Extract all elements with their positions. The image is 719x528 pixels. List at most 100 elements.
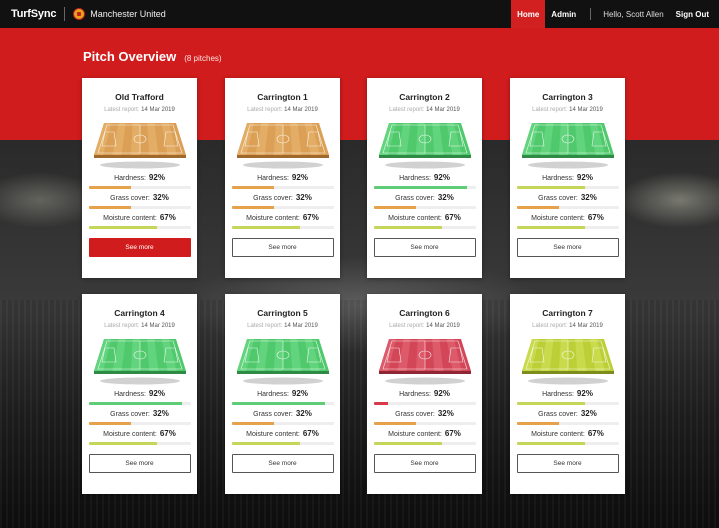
moisture-metric: Moisture content: 67% [225,213,340,229]
grass-value: 32% [295,409,312,418]
moisture-bar-fill [516,442,585,445]
hardness-metric: Hardness: 92% [225,389,340,405]
report-date: 14 Mar 2019 [284,107,318,113]
latest-report: Latest report: 14 Mar 2019 [510,323,625,331]
moisture-value: 67% [302,429,319,438]
grass-bar-fill [373,422,417,425]
grass-label: Grass cover: [253,195,293,202]
moisture-label: Moisture content: [246,431,300,438]
moisture-bar [373,226,476,229]
pitch-visual [90,121,190,169]
hardness-label: Hardness: [114,391,146,398]
hardness-value: 92% [576,173,593,182]
moisture-metric: Moisture content: 67% [510,213,625,229]
grass-metric: Grass cover: 32% [367,409,482,425]
report-label: Latest report: [247,107,283,113]
grass-value: 32% [437,409,454,418]
grass-label: Grass cover: [110,411,150,418]
moisture-value: 67% [159,429,176,438]
hardness-bar-fill [373,402,388,405]
see-more-button[interactable]: See more [231,238,334,257]
nav-admin[interactable]: Admin [545,0,582,28]
grass-bar-fill [373,206,417,209]
nav-home[interactable]: Home [511,0,546,28]
see-more-button[interactable]: See more [516,454,619,473]
grass-bar-fill [231,422,275,425]
pitch-illustration [521,339,614,385]
moisture-bar-fill [516,226,585,229]
hardness-value: 92% [433,173,450,182]
page-title: Pitch Overview [83,49,177,64]
hardness-bar-fill [88,186,132,189]
moisture-bar-fill [88,226,157,229]
latest-report: Latest report: 14 Mar 2019 [367,107,482,115]
latest-report: Latest report: 14 Mar 2019 [225,323,340,331]
hardness-label: Hardness: [399,175,431,182]
hardness-bar [373,186,476,189]
nav-divider [64,7,66,21]
moisture-label: Moisture content: [103,215,157,222]
moisture-value: 67% [444,213,461,222]
see-more-button[interactable]: See more [88,238,191,257]
pitch-visual [233,337,333,385]
hardness-label: Hardness: [399,391,431,398]
report-date: 14 Mar 2019 [426,107,460,113]
see-more-button[interactable]: See more [231,454,334,473]
grass-bar [373,422,476,425]
grass-label: Grass cover: [395,411,435,418]
nav-divider [590,8,592,20]
club-crest-icon [73,8,86,20]
report-date: 14 Mar 2019 [284,323,318,329]
moisture-metric: Moisture content: 67% [82,429,197,445]
grass-metric: Grass cover: 32% [510,409,625,425]
pitch-illustration [93,339,186,385]
grass-metric: Grass cover: 32% [367,193,482,209]
hardness-value: 92% [291,173,308,182]
pitch-name: Carrington 7 [542,308,593,318]
grass-label: Grass cover: [110,195,150,202]
see-more-button[interactable]: See more [88,454,191,473]
grass-metric: Grass cover: 32% [82,409,197,425]
grass-bar [88,206,191,209]
hardness-value: 92% [576,389,593,398]
grass-bar [231,206,334,209]
hardness-value: 92% [433,389,450,398]
report-label: Latest report: [532,323,568,329]
pitch-name: Old Trafford [115,92,164,102]
moisture-label: Moisture content: [388,431,442,438]
moisture-value: 67% [587,429,604,438]
pitch-illustration [93,123,186,169]
report-date: 14 Mar 2019 [426,323,460,329]
hardness-bar [88,186,191,189]
pitch-illustration [236,123,329,169]
moisture-value: 67% [587,213,604,222]
moisture-bar [231,226,334,229]
moisture-label: Moisture content: [531,431,585,438]
grass-bar [88,422,191,425]
see-more-button[interactable]: See more [373,454,476,473]
pitch-visual [518,337,618,385]
moisture-metric: Moisture content: 67% [82,213,197,229]
sign-out-link[interactable]: Sign Out [672,10,719,19]
pitch-count: (8 pitches) [184,54,222,63]
pitch-visual [90,337,190,385]
report-date: 14 Mar 2019 [569,107,603,113]
pitch-illustration [378,339,471,385]
grass-value: 32% [152,193,169,202]
pitch-visual [375,337,475,385]
see-more-button[interactable]: See more [516,238,619,257]
hardness-label: Hardness: [114,175,146,182]
brand-logo[interactable]: TurfSync [11,8,56,20]
club-selector[interactable]: Manchester United [73,8,166,20]
hardness-label: Hardness: [542,175,574,182]
pitch-illustration [378,123,471,169]
hardness-bar [231,402,334,405]
see-more-button[interactable]: See more [373,238,476,257]
moisture-label: Moisture content: [246,215,300,222]
grass-metric: Grass cover: 32% [225,193,340,209]
report-label: Latest report: [389,107,425,113]
report-date: 14 Mar 2019 [569,323,603,329]
pitch-card: Old Trafford Latest report: 14 Mar 2019 … [82,78,197,278]
hardness-bar [88,402,191,405]
hardness-bar-fill [88,402,183,405]
